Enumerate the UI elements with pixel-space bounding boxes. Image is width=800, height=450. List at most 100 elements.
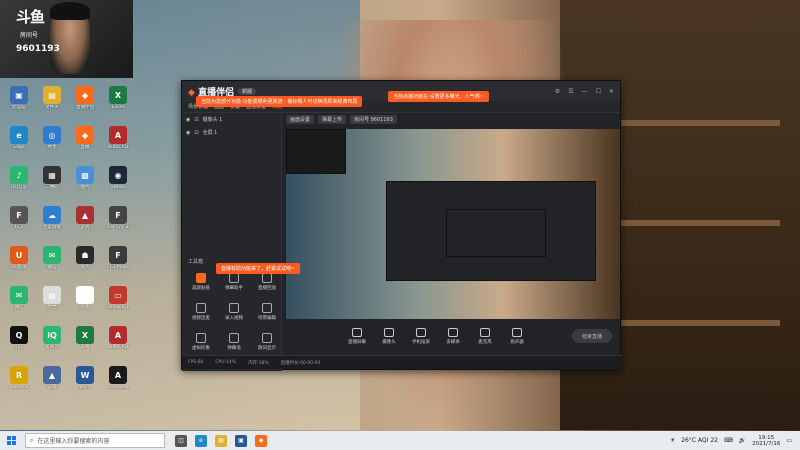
volume-icon[interactable]: 🔊 (739, 437, 746, 444)
tool-button[interactable]: 场景编辑 (252, 303, 282, 321)
desktop-icon[interactable]: X Excel (103, 86, 133, 110)
info-chip[interactable]: 弹幕上传 (318, 115, 347, 124)
desktop-icon[interactable]: F FC3 Maps (103, 246, 133, 270)
desktop-icon-label: Steam (110, 185, 126, 190)
desktop-icon[interactable]: ▲ 游戏 (37, 366, 67, 390)
source-button[interactable]: 摄像头 (378, 327, 400, 345)
tool-button[interactable]: 美颜贴纸 (186, 273, 216, 291)
desktop-icon[interactable]: e Edge (4, 126, 34, 150)
app-icon: A (109, 326, 127, 344)
app-icon: Q (10, 326, 28, 344)
menu-icon[interactable]: ☰ (568, 88, 573, 95)
status-item: CPU:14% (215, 360, 237, 365)
desktop-icon[interactable]: X 表格 (70, 326, 100, 350)
app-icon: ☗ (76, 246, 94, 264)
source-icon (480, 327, 490, 337)
lock-icon[interactable]: ⊡ (194, 117, 198, 123)
tip-layout[interactable]: 当前为需部分功能·功能需顺利更新流 · 最标题人可切换改原来经典布局 (196, 96, 363, 107)
info-chip[interactable]: 房间号 9601193 (350, 115, 397, 124)
tool-button[interactable]: 虚拟形象 (186, 333, 216, 351)
desktop-icon[interactable]: ◆ 直播 (70, 126, 100, 150)
notification-icon[interactable]: ▭ (786, 437, 792, 444)
tool-button[interactable]: 歌词显示 (252, 333, 282, 351)
settings-icon[interactable]: ⚙ (555, 88, 560, 95)
desktop-icon-label: 直播伴侣 (76, 105, 94, 110)
desktop-icon[interactable]: ▣ 此电脑 (4, 86, 34, 110)
source-button[interactable]: 麦克风 (474, 327, 496, 345)
source-button[interactable]: 多媒体 (442, 327, 464, 345)
edge-icon[interactable]: e (195, 434, 207, 447)
source-button[interactable]: 手机投屏 (410, 327, 432, 345)
source-label: 扬声器 (510, 339, 524, 345)
desktop-icon[interactable]: A AutoCAD (103, 326, 133, 350)
visibility-icon[interactable]: ◉ (186, 130, 190, 136)
tip-room[interactable]: 当前点播功能在·设置更多曝光、人气啊~ (388, 91, 489, 102)
desktop-icon[interactable]: ✉ 微信 (37, 246, 67, 270)
desktop-icon[interactable]: Q QQ (4, 326, 34, 350)
minimize-icon[interactable]: — (582, 88, 588, 95)
scene-item[interactable]: ◉ ⊡ 全屏 1 (182, 126, 281, 139)
desktop-icon[interactable]: ▲ 游戏 (70, 206, 100, 230)
clock[interactable]: 19:15 2021/7/16 (752, 435, 780, 447)
desktop-icon-label: Far Cry 3 (107, 225, 129, 230)
desktop-icon[interactable]: ◉ Steam (103, 166, 133, 190)
source-button[interactable]: 直播屏幕 (346, 327, 368, 345)
desktop-icon-label: 表格 (80, 345, 90, 350)
tool-button[interactable]: 录入视频 (219, 303, 249, 321)
tool-icon (262, 273, 272, 283)
explorer-icon[interactable]: ▤ (215, 434, 227, 447)
store-icon[interactable]: ▣ (235, 434, 247, 447)
lock-icon[interactable]: ⊡ (194, 130, 198, 136)
desktop-icon[interactable]: ▩ 图片 (70, 166, 100, 190)
weather-text[interactable]: 26°C AQI 22 (681, 437, 718, 444)
start-button[interactable] (3, 433, 19, 449)
desktop-icon[interactable]: A AutoCAD (103, 126, 133, 150)
close-icon[interactable]: ✕ (609, 88, 614, 95)
desktop-icon[interactable]: iQ 爱奇艺 (37, 326, 67, 350)
app-icon: ◎ (43, 126, 61, 144)
network-icon[interactable]: ⌨ (724, 437, 733, 444)
desktop-icon-label: 图片 (80, 185, 90, 190)
desktop-icon[interactable]: F FC3 (4, 206, 34, 230)
desktop-icon[interactable]: ✉ 微信 (4, 286, 34, 310)
desktop-icon[interactable]: ✎ 画图 (70, 286, 100, 310)
desktop-icon[interactable]: A Autodesk (103, 366, 133, 390)
scene-list: ◉ ⊡ 摄像头 1 ◉ ⊡ 全屏 1 (182, 113, 281, 139)
tip-beauty[interactable]: 直播有助功能来了，赶紧试试吧~ (216, 263, 301, 274)
desktop-icon[interactable]: ◆ 直播伴侣 (70, 86, 100, 110)
tool-label: 录入视频 (225, 316, 243, 321)
desktop-icon[interactable]: ▤ 文件夹 (37, 86, 67, 110)
tool-button[interactable]: 视频连麦 (186, 303, 216, 321)
desktop-icon[interactable]: ◎ 共享 (37, 126, 67, 150)
desktop-icon[interactable]: W Word (70, 366, 100, 390)
scene-item[interactable]: ◉ ⊡ 摄像头 1 (182, 113, 281, 126)
task-view-icon[interactable]: ◫ (175, 434, 187, 447)
desktop-icon[interactable]: U UU加速 (4, 246, 34, 270)
desktop-icon[interactable]: F Far Cry 3 (103, 206, 133, 230)
desktop-icon-label: FC3 Maps (107, 265, 129, 270)
desktop-icon[interactable]: ☁ 百度网盘 (37, 206, 67, 230)
version-badge[interactable]: 新版 (238, 87, 257, 95)
tool-button[interactable]: 弹幕助手 (219, 273, 249, 291)
app-icon: F (10, 206, 28, 224)
start-stream-button[interactable]: 结束直播 (572, 329, 612, 343)
maximize-icon[interactable]: ☐ (596, 88, 601, 95)
search-placeholder: 在这里输入你要搜索的内容 (37, 438, 110, 445)
desktop-icon[interactable]: ▤ 文档 (37, 286, 67, 310)
tool-button[interactable]: 弹幕墙 (219, 333, 249, 351)
tool-icon (196, 273, 206, 283)
desktop-icon[interactable]: ☗ 狼人 (70, 246, 100, 270)
douyu-taskbar-icon[interactable]: ◆ (255, 434, 267, 447)
live-companion-window: ◆ 直播伴侣 新版 ⚙ ☰ — ☐ ✕ 场景管理 画面 设置 直播设置 工具 ◉ ⊡ 摄像头… (181, 80, 622, 371)
tool-button[interactable]: 直播回放 (252, 273, 282, 291)
app-icon: ▤ (43, 86, 61, 104)
desktop-icon[interactable]: ♪ QQ音乐 (4, 166, 34, 190)
desktop-icon[interactable]: R Rockstar (4, 366, 34, 390)
desktop-icon[interactable]: ▦ 二维码 (37, 166, 67, 190)
taskbar-search[interactable]: ⌕ 在这里输入你要搜索的内容 (25, 433, 165, 448)
info-chip[interactable]: 画面设置 (286, 115, 315, 124)
source-icon (352, 327, 362, 337)
desktop-icon[interactable]: ▭ Drawing1 (103, 286, 133, 310)
source-button[interactable]: 扬声器 (506, 327, 528, 345)
visibility-icon[interactable]: ◉ (186, 117, 190, 123)
